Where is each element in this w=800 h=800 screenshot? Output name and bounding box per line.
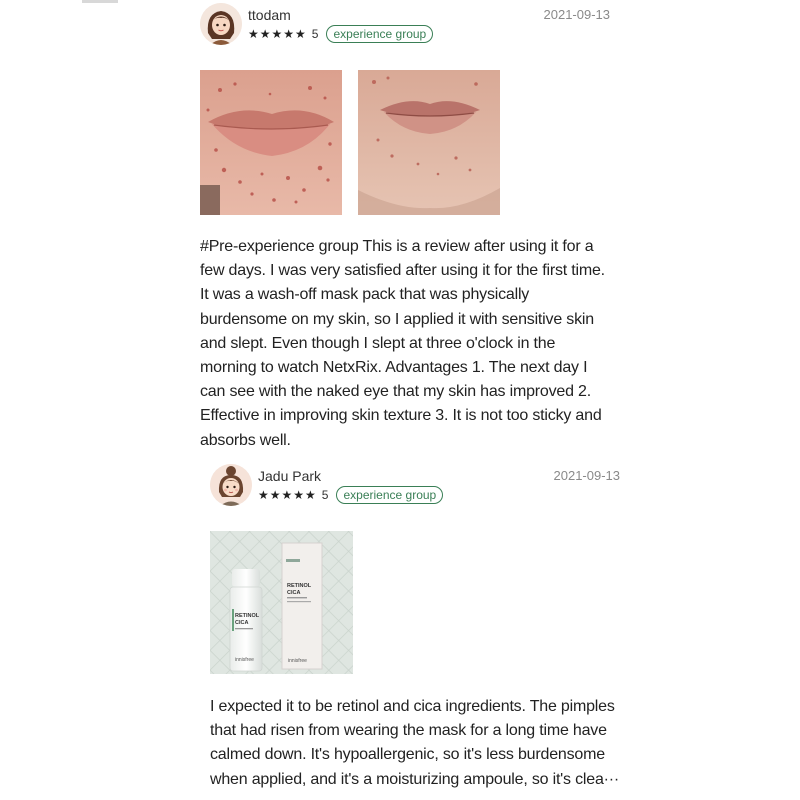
rating-row: ★★★★★ 5 experience group (248, 25, 434, 43)
woman-avatar-icon[interactable] (200, 3, 242, 45)
review-card: Jadu Park 2021-09-13 ★★★★★ 5 experience … (210, 461, 620, 788)
username[interactable]: Jadu Park (258, 468, 321, 484)
review-header: ttodam 2021-09-13 ★★★★★ 5 experience gro… (200, 0, 610, 52)
bottle-label: RETINOL (235, 613, 260, 619)
review-text: I expected it to be retinol and cica ing… (210, 698, 620, 788)
review-date: 2021-09-13 (553, 468, 621, 483)
rating-value: 5 (311, 27, 319, 41)
girl-avatar-icon[interactable] (210, 464, 252, 506)
experience-group-badge: experience group (336, 486, 444, 504)
brand-label: innisfree (288, 658, 307, 664)
star-rating-icon: ★★★★★ (248, 27, 307, 41)
review-text: #Pre-experience group This is a review a… (200, 238, 605, 449)
box-label: CICA (287, 590, 300, 596)
product-photo[interactable]: RETINOL CICA innisfree RETINOL CICA inni… (210, 531, 353, 674)
top-divider (82, 0, 118, 3)
bottle-label: CICA (235, 620, 248, 626)
box-label: RETINOL (287, 583, 312, 589)
username[interactable]: ttodam (248, 7, 291, 23)
after-photo[interactable] (358, 70, 500, 215)
experience-group-badge: experience group (326, 25, 434, 43)
star-rating-icon: ★★★★★ (258, 488, 317, 502)
before-photo[interactable] (200, 70, 342, 215)
review-date: 2021-09-13 (543, 7, 611, 22)
brand-label: innisfree (235, 657, 254, 663)
review-card: ttodam 2021-09-13 ★★★★★ 5 experience gro… (200, 0, 610, 449)
rating-row: ★★★★★ 5 experience group (258, 486, 444, 504)
rating-value: 5 (321, 488, 329, 502)
review-header: Jadu Park 2021-09-13 ★★★★★ 5 experience … (210, 461, 620, 513)
